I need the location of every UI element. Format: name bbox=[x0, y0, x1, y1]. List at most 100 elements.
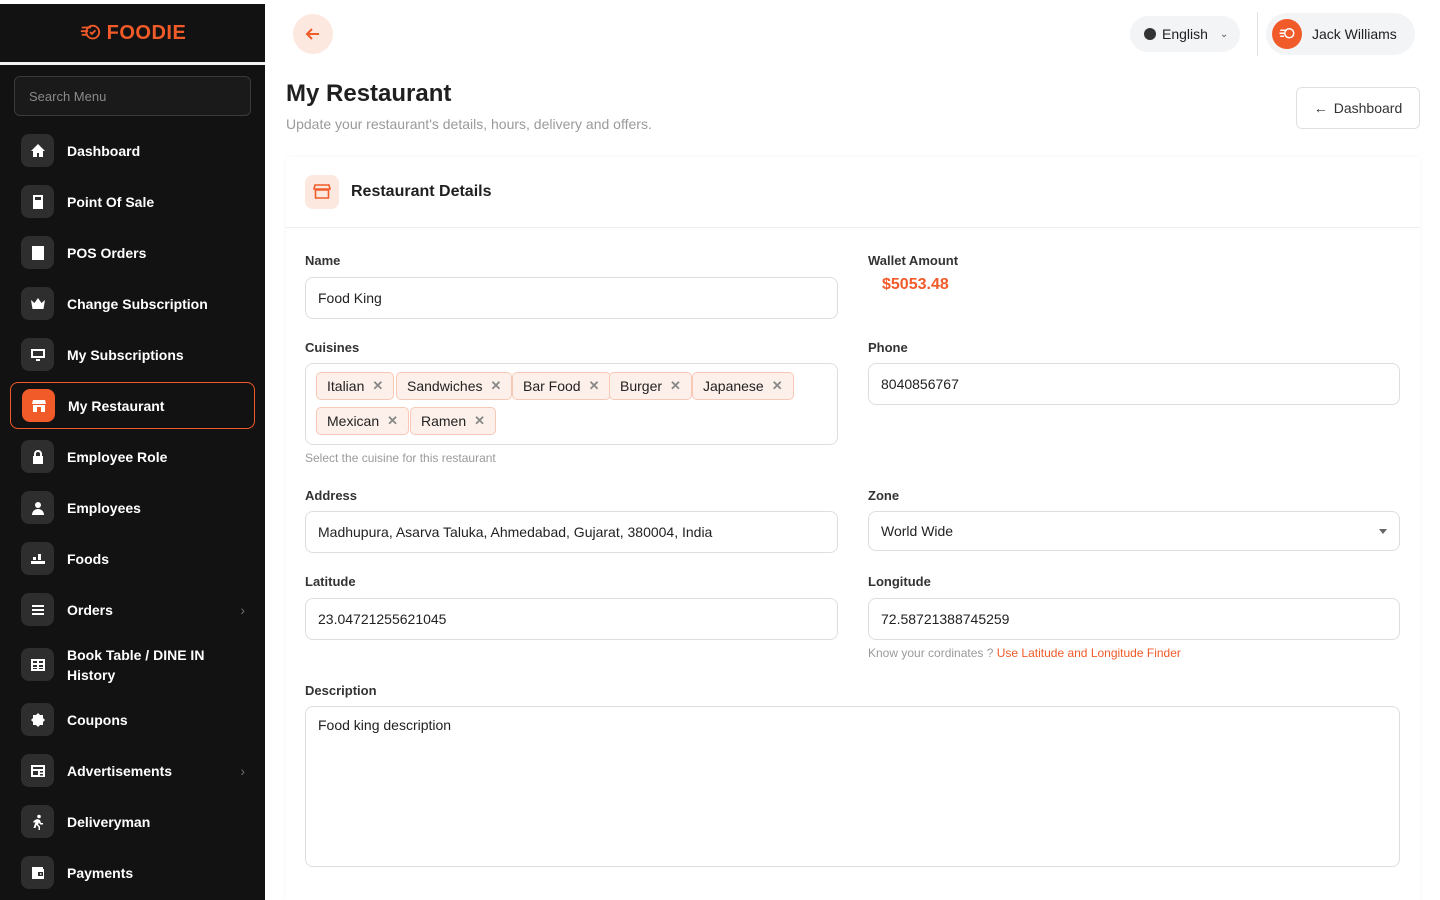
cuisine-chip: Ramen ✕ bbox=[410, 407, 497, 435]
chip-label: Sandwiches bbox=[407, 378, 483, 394]
remove-icon[interactable]: ✕ bbox=[387, 413, 398, 429]
sidebar-item-my-restaurant[interactable]: My Restaurant bbox=[10, 382, 255, 429]
remove-icon[interactable]: ✕ bbox=[372, 378, 383, 394]
sidebar-item-label: Employees bbox=[67, 499, 141, 516]
chip-label: Italian bbox=[327, 378, 365, 394]
sidebar-item-label: Coupons bbox=[67, 711, 128, 728]
chevron-right-icon: › bbox=[240, 601, 245, 618]
language-label: English bbox=[1162, 26, 1208, 42]
cuisines-multiselect[interactable]: Italian ✕ Sandwiches ✕ Bar Food ✕ Burger ✕ J… bbox=[305, 363, 838, 445]
sidebar-item-dashboard[interactable]: Dashboard bbox=[0, 125, 265, 176]
sidebar-item-employee-role[interactable]: Employee Role bbox=[0, 431, 265, 482]
latitude-label: Latitude bbox=[305, 574, 356, 589]
lat-long-finder-link[interactable]: Use Latitude and Longitude Finder bbox=[997, 646, 1181, 660]
longitude-label: Longitude bbox=[868, 574, 931, 589]
sidebar-item-label: Foods bbox=[67, 550, 109, 567]
store-icon bbox=[22, 389, 55, 422]
divider bbox=[1257, 12, 1258, 56]
sidebar-item-orders[interactable]: Orders › bbox=[0, 584, 265, 635]
sidebar-item-label: Book Table / DINE IN History bbox=[67, 646, 205, 683]
page-subtitle: Update your restaurant's details, hours,… bbox=[286, 116, 652, 132]
user-menu[interactable]: Jack Williams bbox=[1266, 13, 1415, 55]
cuisine-chip: Bar Food ✕ bbox=[512, 372, 611, 400]
caret-down-icon bbox=[1379, 529, 1387, 534]
sidebar-nav: Dashboard Point Of Sale POS Orders Chang… bbox=[0, 125, 265, 898]
coordinates-hint-text: Know your cordinates ? bbox=[868, 646, 994, 660]
sidebar-item-book-table[interactable]: Book Table / DINE IN History bbox=[0, 635, 265, 694]
remove-icon[interactable]: ✕ bbox=[474, 413, 485, 429]
chevron-right-icon: › bbox=[240, 762, 245, 779]
name-input[interactable]: Food King bbox=[305, 277, 838, 319]
latitude-input[interactable]: 23.04721255621045 bbox=[305, 598, 838, 640]
topbar: English ⌄ Jack Williams bbox=[265, 0, 1440, 68]
longitude-input[interactable]: 72.58721388745259 bbox=[868, 598, 1400, 640]
dashboard-button[interactable]: ← Dashboard bbox=[1296, 87, 1420, 129]
calculator-icon bbox=[21, 185, 54, 218]
ad-icon bbox=[21, 754, 54, 787]
remove-icon[interactable]: ✕ bbox=[670, 378, 681, 394]
sidebar-item-label: My Subscriptions bbox=[67, 346, 184, 363]
cuisine-chip: Japanese ✕ bbox=[692, 372, 794, 400]
avatar bbox=[1272, 19, 1302, 49]
sidebar-item-label: Orders bbox=[67, 601, 113, 618]
phone-label: Phone bbox=[868, 340, 908, 355]
name-label: Name bbox=[305, 253, 341, 268]
address-input[interactable]: Madhupura, Asarva Taluka, Ahmedabad, Guj… bbox=[305, 511, 838, 553]
chip-label: Japanese bbox=[703, 378, 764, 394]
language-select[interactable]: English ⌄ bbox=[1130, 16, 1240, 52]
receipt-icon bbox=[21, 236, 54, 269]
remove-icon[interactable]: ✕ bbox=[772, 378, 783, 394]
sidebar-item-deliveryman[interactable]: Deliveryman bbox=[0, 796, 265, 847]
chip-label: Bar Food bbox=[523, 378, 581, 394]
cuisine-chip: Italian ✕ bbox=[316, 372, 395, 400]
sidebar-item-my-subscriptions[interactable]: My Subscriptions bbox=[0, 329, 265, 380]
list-icon bbox=[21, 593, 54, 626]
address-label: Address bbox=[305, 488, 358, 503]
back-arrow-button[interactable] bbox=[293, 14, 333, 54]
remove-icon[interactable]: ✕ bbox=[589, 378, 600, 394]
sidebar-item-label: Dashboard bbox=[67, 142, 141, 159]
phone-input[interactable]: 8040856767 bbox=[868, 363, 1400, 405]
sidebar-item-foods[interactable]: Foods bbox=[0, 533, 265, 584]
logo-text: FOODIE bbox=[106, 21, 187, 44]
sidebar-item-label: POS Orders bbox=[67, 244, 147, 261]
runner-icon bbox=[21, 805, 54, 838]
zone-value: World Wide bbox=[881, 523, 954, 539]
page-title: My Restaurant bbox=[286, 80, 452, 107]
user-name: Jack Williams bbox=[1312, 26, 1397, 42]
sidebar-item-payments[interactable]: Payments bbox=[0, 847, 265, 898]
sidebar: FOODIE Search Menu Dashboard Point Of Sa… bbox=[0, 4, 265, 900]
sidebar-item-point-of-sale[interactable]: Point Of Sale bbox=[0, 176, 265, 227]
card-title: Restaurant Details bbox=[351, 183, 492, 200]
remove-icon[interactable]: ✕ bbox=[491, 378, 502, 394]
dashboard-button-label: Dashboard bbox=[1333, 100, 1403, 116]
sidebar-item-coupons[interactable]: Coupons bbox=[0, 694, 265, 745]
store-icon bbox=[305, 175, 339, 209]
sidebar-item-pos-orders[interactable]: POS Orders bbox=[0, 227, 265, 278]
sidebar-item-label: Payments bbox=[67, 864, 134, 881]
chip-label: Mexican bbox=[327, 413, 380, 429]
description-textarea[interactable]: Food king description bbox=[305, 706, 1400, 867]
table-icon bbox=[21, 648, 54, 681]
cuisine-chip: Sandwiches ✕ bbox=[396, 372, 513, 400]
zone-select[interactable]: World Wide bbox=[868, 511, 1400, 551]
cuisines-hint: Select the cuisine for this restaurant bbox=[305, 451, 496, 465]
sidebar-item-label: Change Subscription bbox=[67, 295, 208, 312]
sidebar-item-label: Point Of Sale bbox=[67, 193, 155, 210]
sidebar-item-advertisements[interactable]: Advertisements › bbox=[0, 745, 265, 796]
sidebar-item-label: Advertisements bbox=[67, 762, 173, 779]
cuisine-chip: Burger ✕ bbox=[609, 372, 692, 400]
sidebar-item-employees[interactable]: Employees bbox=[0, 482, 265, 533]
lock-icon bbox=[21, 440, 54, 473]
sidebar-item-label: Deliveryman bbox=[67, 813, 151, 830]
arrow-left-icon bbox=[305, 28, 319, 40]
crown-icon bbox=[21, 287, 54, 320]
search-menu-input[interactable]: Search Menu bbox=[14, 76, 251, 116]
logo-icon bbox=[80, 24, 100, 40]
sidebar-item-change-subscription[interactable]: Change Subscription bbox=[0, 278, 265, 329]
description-label: Description bbox=[305, 683, 377, 698]
person-icon bbox=[21, 491, 54, 524]
logo[interactable]: FOODIE bbox=[0, 4, 265, 65]
zone-label: Zone bbox=[868, 488, 900, 503]
sidebar-item-label: Employee Role bbox=[67, 448, 168, 465]
